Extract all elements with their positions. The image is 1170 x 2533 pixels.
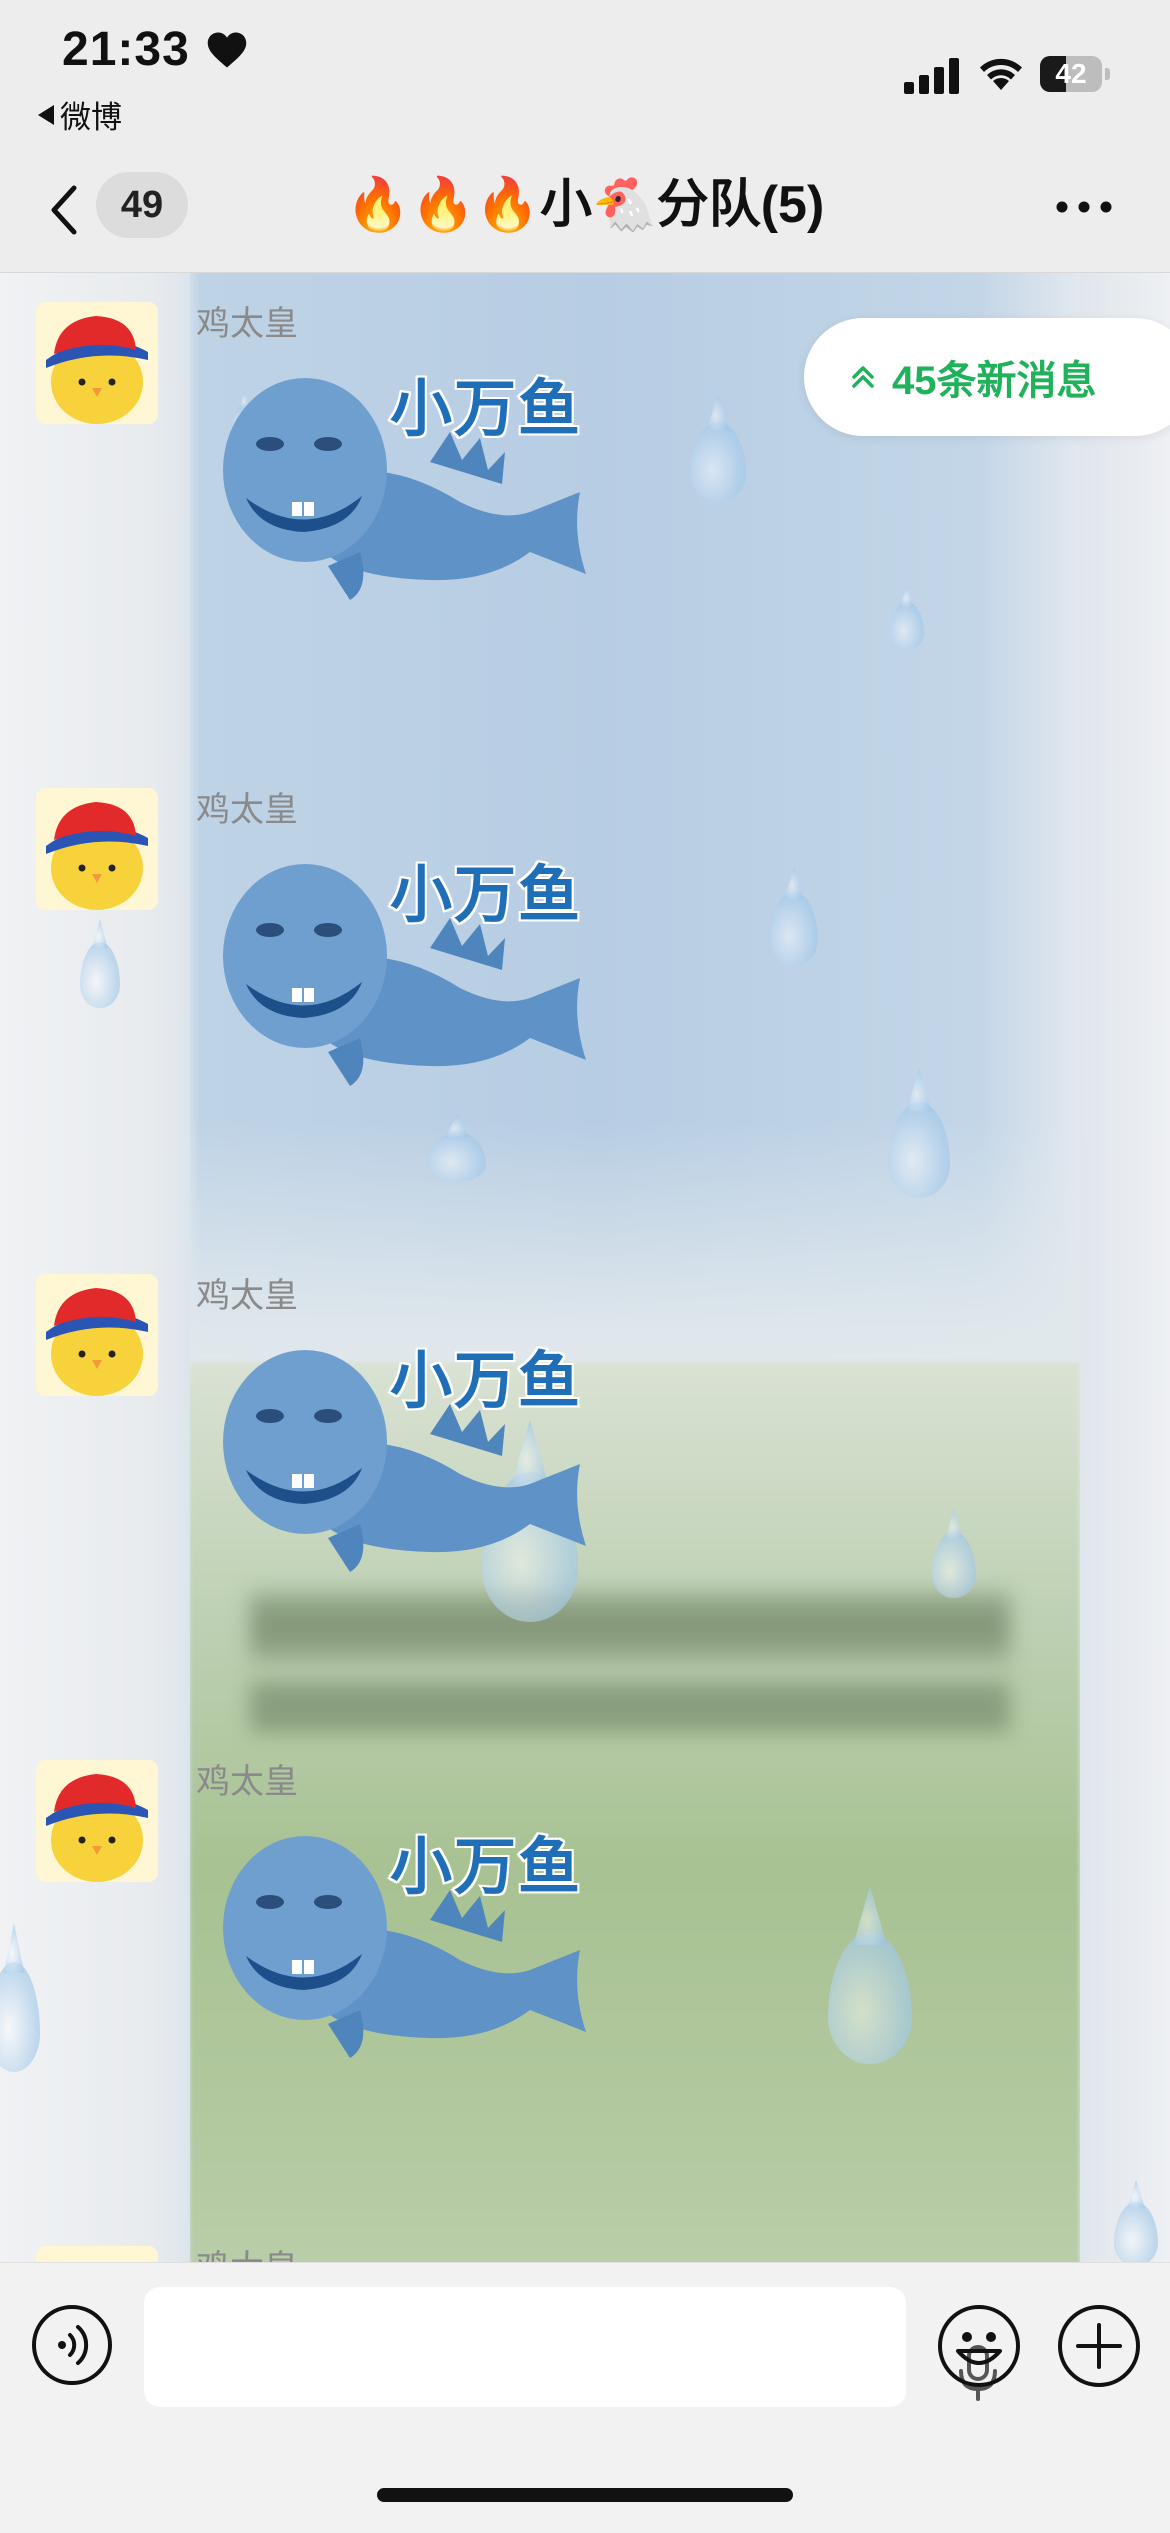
sender-name: 鸡太皇 — [196, 1763, 298, 1801]
avatar[interactable] — [36, 1274, 158, 1396]
message-item: 鸡太皇 小万鱼 — [0, 758, 1170, 1238]
plus-icon[interactable] — [1056, 2303, 1142, 2389]
emoji-icon[interactable] — [936, 2303, 1022, 2389]
sender-name: 鸡太皇 — [196, 1277, 298, 1315]
chick-avatar-image — [36, 1760, 158, 1882]
home-indicator[interactable] — [377, 2488, 793, 2502]
sticker-caption: 小万鱼 — [388, 1831, 583, 1904]
status-time: 21:33 — [62, 23, 190, 76]
chat-header: 49 🔥🔥🔥小🐔分队(5) — [0, 160, 1170, 273]
chick-avatar-image — [36, 1274, 158, 1396]
heart-icon — [207, 32, 247, 68]
avatar[interactable] — [36, 2246, 158, 2262]
double-chevron-up-icon — [852, 366, 874, 388]
avatar[interactable] — [36, 302, 158, 424]
sticker-message[interactable]: 小万鱼 — [200, 1810, 590, 2080]
sticker-caption: 小万鱼 — [388, 859, 583, 932]
sticker-caption: 小万鱼 — [388, 1345, 583, 1418]
avatar[interactable] — [36, 788, 158, 910]
sticker-message[interactable]: 小万鱼 — [200, 838, 590, 1108]
battery-icon: 42 — [1040, 56, 1110, 92]
sticker-message[interactable]: 小万鱼 — [200, 352, 590, 622]
voice-icon[interactable] — [30, 2303, 114, 2387]
avatar[interactable] — [36, 1760, 158, 1882]
message-input[interactable] — [144, 2287, 997, 2407]
sender-name: 鸡太皇 — [196, 305, 298, 343]
more-dots-icon[interactable] — [1055, 200, 1113, 214]
wifi-icon — [980, 58, 1022, 90]
signal-icon — [904, 58, 959, 94]
sender-name: 鸡太皇 — [196, 791, 298, 829]
status-bar: 21:33 微博 42 — [0, 0, 1170, 160]
chat-title[interactable]: 🔥🔥🔥小🐔分队(5) — [0, 172, 1170, 238]
new-messages-button[interactable]: 45条新消息 — [804, 318, 1170, 436]
chick-avatar-image — [36, 302, 158, 424]
sender-name: 鸡太皇 — [196, 2240, 298, 2262]
message-item: 鸡太皇 小万鱼 — [0, 1244, 1170, 1724]
message-item: 鸡太皇 小万鱼 — [0, 1730, 1170, 2210]
sticker-message[interactable]: 小万鱼 — [200, 1324, 590, 1594]
message-item: 鸡太皇 — [0, 2216, 1170, 2262]
back-triangle-icon — [38, 104, 54, 125]
chick-avatar-image — [36, 788, 158, 910]
chick-avatar-image — [36, 2246, 158, 2262]
back-to-app-link[interactable]: 微博 — [38, 92, 122, 137]
new-messages-label: 45条新消息 — [892, 359, 1097, 403]
battery-level: 42 — [1055, 58, 1087, 89]
back-app-label: 微博 — [60, 100, 122, 135]
sticker-caption: 小万鱼 — [388, 373, 583, 446]
